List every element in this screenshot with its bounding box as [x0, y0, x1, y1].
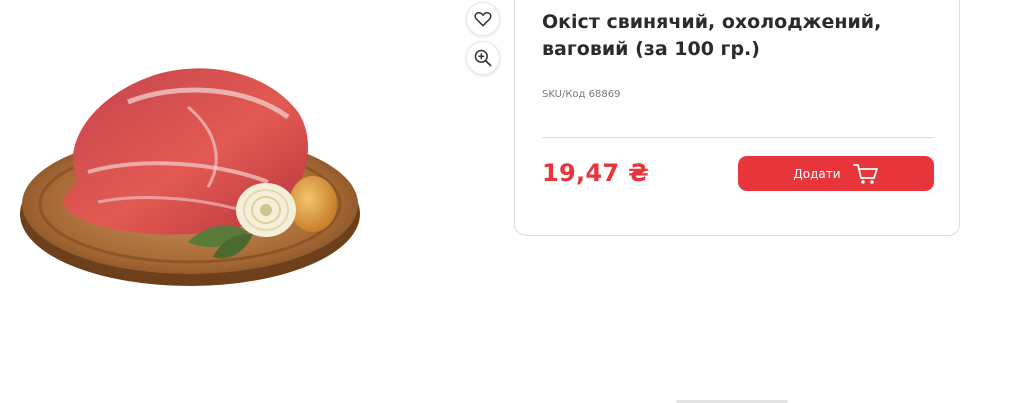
product-price: 19,47 ₴ — [542, 159, 649, 187]
divider — [542, 137, 934, 138]
favorite-button[interactable] — [466, 2, 500, 36]
zoom-button[interactable] — [466, 41, 500, 75]
product-sku: SKU/Код 68869 — [542, 89, 621, 100]
add-to-cart-button[interactable]: Додати — [738, 156, 934, 191]
product-card: Окіст свинячий, охолоджений, ваговий (за… — [514, 0, 960, 236]
product-title: Окіст свинячий, охолоджений, ваговий (за… — [542, 11, 882, 60]
cart-icon — [852, 163, 878, 184]
heart-icon — [474, 11, 492, 27]
add-to-cart-label: Додати — [793, 166, 841, 181]
zoom-in-icon — [474, 49, 492, 67]
product-image — [20, 68, 360, 286]
